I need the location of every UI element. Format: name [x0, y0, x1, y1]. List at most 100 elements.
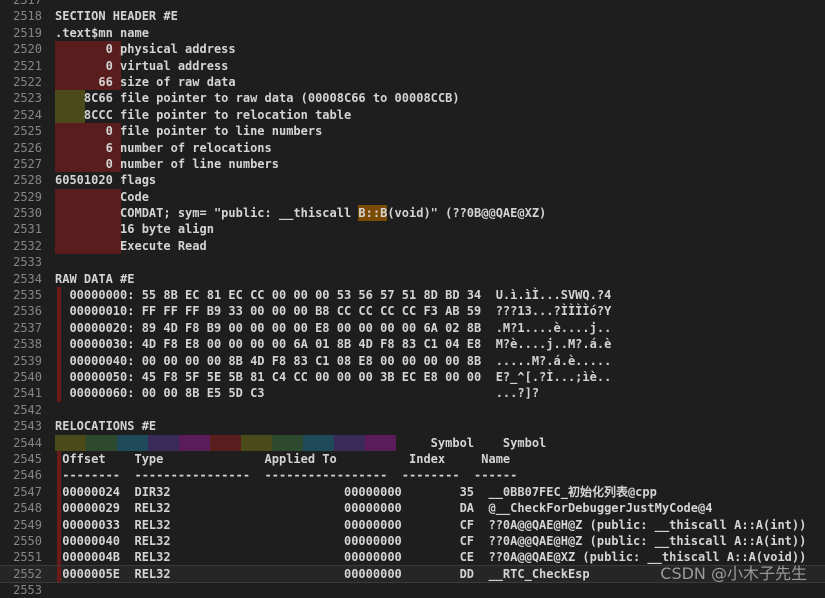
line-text[interactable]: 6 number of relocations [55, 140, 272, 156]
line-text[interactable]: 00000033 REL32 00000000 CF ??0A@@QAE@H@Z… [55, 517, 806, 533]
editor-line[interactable]: 2542 [0, 402, 825, 418]
editor-line[interactable]: 2553 [0, 582, 825, 598]
editor-line[interactable]: 2523 8C66 file pointer to raw data (0000… [0, 90, 825, 107]
line-number: 2530 [13, 206, 42, 221]
line-number: 2547 [13, 484, 42, 499]
editor-line[interactable]: 2540 00000050: 45 F8 5F 5E 5B 81 C4 CC 0… [0, 368, 825, 386]
editor-line[interactable]: 2535 00000000: 55 8B EC 81 EC CC 00 00 0… [0, 287, 825, 304]
line-text[interactable]: RELOCATIONS #E [55, 418, 156, 434]
line-number: 2529 [13, 189, 42, 204]
watermark: CSDN @小木子先生 [660, 564, 807, 583]
line-number: 2549 [13, 517, 42, 532]
editor-line[interactable]: 2534 RAW DATA #E [0, 271, 825, 287]
line-text[interactable]: 60501020 flags [55, 172, 156, 188]
editor-line[interactable]: 2536 00000010: FF FF FF B9 33 00 00 00 B… [0, 303, 825, 320]
line-number: 2521 [13, 58, 42, 73]
editor-line[interactable]: 2532 Execute Read [0, 237, 825, 255]
line-text[interactable]: 0000005E REL32 00000000 DD __RTC_CheckEs… [55, 566, 589, 582]
editor-line[interactable]: 2537 00000020: 89 4D F8 B9 00 00 00 00 E… [0, 319, 825, 337]
line-number: 2552 [13, 566, 42, 581]
editor-line[interactable]: 2545 Offset Type Applied To Index Name [0, 450, 825, 468]
editor-line[interactable]: 2529 Code [0, 188, 825, 206]
line-number: 2518 [13, 9, 42, 24]
line-number: 2542 [13, 402, 42, 417]
line-number: 2536 [13, 304, 42, 319]
line-number: 2546 [13, 468, 42, 483]
editor-line[interactable]: 2531 16 byte align [0, 221, 825, 238]
editor-line[interactable]: 2541 00000060: 00 00 8B E5 5D C3 ...?]? [0, 385, 825, 402]
line-text[interactable]: RAW DATA #E [55, 271, 134, 287]
editor-line[interactable]: 2548 00000029 REL32 00000000 DA @__Check… [0, 500, 825, 517]
line-number: 2525 [13, 124, 42, 139]
line-number: 2537 [13, 320, 42, 335]
line-number: 2527 [13, 156, 42, 171]
line-text[interactable]: 00000040 REL32 00000000 CF ??0A@@QAE@H@Z… [55, 533, 806, 549]
line-number: 2545 [13, 451, 42, 466]
code-editor[interactable]: 2517 2518 SECTION HEADER #E 2519 .text$mn na… [0, 0, 825, 598]
line-number: 2528 [13, 173, 42, 188]
editor-line[interactable]: 2550 00000040 REL32 00000000 CF ??0A@@QA… [0, 532, 825, 550]
line-text[interactable]: 66 size of raw data [55, 74, 235, 90]
editor-line[interactable]: 2518 SECTION HEADER #E [0, 8, 825, 24]
line-text[interactable]: 8CCC file pointer to relocation table [55, 107, 351, 123]
line-text[interactable]: 0 virtual address [55, 58, 229, 74]
line-text[interactable]: 00000020: 89 4D F8 B9 00 00 00 00 E8 00 … [55, 320, 611, 336]
line-number: 2544 [13, 435, 42, 450]
editor-line[interactable]: 2522 66 size of raw data [0, 73, 825, 91]
editor-line[interactable]: 2544 Symbol Symbol [0, 434, 825, 451]
line-text[interactable]: 00000060: 00 00 8B E5 5D C3 ...?]? [55, 385, 539, 401]
line-text[interactable]: .text$mn name [55, 25, 149, 41]
editor-line[interactable]: 2525 0 file pointer to line numbers [0, 123, 825, 140]
line-number: 2539 [13, 353, 42, 368]
editor-line[interactable]: 2520 0 physical address [0, 41, 825, 58]
editor-line[interactable]: 2519 .text$mn name [0, 25, 825, 41]
line-text[interactable]: Execute Read [55, 238, 207, 254]
line-text[interactable]: 8C66 file pointer to raw data (00008C66 … [55, 90, 460, 106]
line-number: 2538 [13, 337, 42, 352]
line-number: 2524 [13, 107, 42, 122]
line-text[interactable]: COMDAT; sym= "public: __thiscall B::B(vo… [55, 205, 546, 221]
line-text[interactable]: SECTION HEADER #E [55, 8, 178, 24]
line-text[interactable]: 0 number of line numbers [55, 156, 279, 172]
editor-line[interactable]: 2549 00000033 REL32 00000000 CF ??0A@@QA… [0, 516, 825, 533]
line-number: 2522 [13, 74, 42, 89]
editor-line[interactable]: 2530 COMDAT; sym= "public: __thiscall B:… [0, 205, 825, 222]
editor-line[interactable]: 2538 00000030: 4D F8 E8 00 00 00 00 6A 0… [0, 336, 825, 353]
editor-line[interactable]: 2526 6 number of relocations [0, 139, 825, 156]
line-number: 2531 [13, 222, 42, 237]
editor-line[interactable]: 2533 [0, 254, 825, 270]
line-text[interactable]: Offset Type Applied To Index Name [55, 451, 510, 467]
line-number: 2517 [13, 0, 42, 7]
line-number: 2553 [13, 583, 42, 598]
line-number: 2523 [13, 91, 42, 106]
line-number: 2534 [13, 271, 42, 286]
line-number: 2535 [13, 288, 42, 303]
line-number: 2543 [13, 419, 42, 434]
editor-line[interactable]: 2521 0 virtual address [0, 57, 825, 74]
line-text[interactable]: 00000050: 45 F8 5F 5E 5B 81 C4 CC 00 00 … [55, 369, 611, 385]
editor-line[interactable]: 2528 60501020 flags [0, 172, 825, 188]
line-text[interactable]: 0 file pointer to line numbers [55, 123, 323, 139]
line-number: 2550 [13, 533, 42, 548]
line-number: 2532 [13, 238, 42, 253]
editor-line[interactable]: 2543 RELOCATIONS #E [0, 418, 825, 434]
editor-line[interactable]: 2547 00000024 DIR32 00000000 35 __0BB07F… [0, 483, 825, 501]
editor-line[interactable]: 2527 0 number of line numbers [0, 155, 825, 173]
line-text[interactable]: 0 physical address [55, 41, 236, 57]
editor-line[interactable]: 2524 8CCC file pointer to relocation tab… [0, 106, 825, 124]
line-text[interactable]: 16 byte align [55, 221, 214, 237]
editor-line[interactable]: 2546 -------- ---------------- ---------… [0, 467, 825, 484]
line-text[interactable]: 00000040: 00 00 00 00 8B 4D F8 83 C1 08 … [55, 353, 611, 369]
editor-line[interactable]: 2517 [0, 0, 825, 8]
line-text[interactable]: 00000030: 4D F8 E8 00 00 00 00 6A 01 8B … [55, 336, 611, 352]
line-text[interactable]: 00000024 DIR32 00000000 35 __0BB07FEC_初始… [55, 484, 657, 500]
line-text[interactable]: Symbol Symbol [55, 435, 547, 451]
line-text[interactable]: Code [55, 189, 149, 205]
editor-line[interactable]: 2539 00000040: 00 00 00 00 8B 4D F8 83 C… [0, 352, 825, 369]
line-number: 2533 [13, 255, 42, 270]
line-text[interactable]: 00000029 REL32 00000000 DA @__CheckForDe… [55, 500, 712, 516]
line-text[interactable]: -------- ---------------- --------------… [55, 467, 517, 483]
line-text[interactable]: 00000010: FF FF FF B9 33 00 00 00 B8 CC … [55, 303, 611, 319]
line-number: 2541 [13, 386, 42, 401]
line-text[interactable]: 00000000: 55 8B EC 81 EC CC 00 00 00 53 … [55, 287, 611, 303]
